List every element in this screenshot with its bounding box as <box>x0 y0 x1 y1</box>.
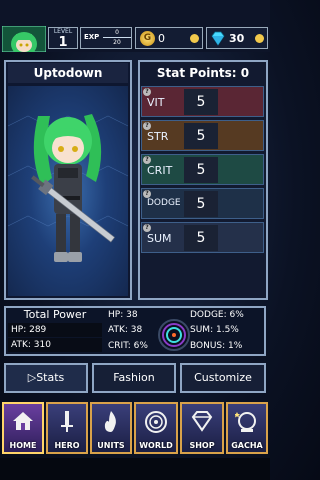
bonus-atk: ATK: 38 <box>108 324 142 336</box>
bonus-crit-label: CRIT: <box>108 341 131 351</box>
exp-max: 20 <box>113 39 121 46</box>
bonus-hp: HP: 38 <box>108 309 138 321</box>
total-atk-value: 310 <box>33 340 51 350</box>
bonus-sum-value: 1.5% <box>215 325 239 335</box>
nav-shop[interactable]: SHOP <box>180 402 224 454</box>
add-gold-icon[interactable] <box>190 34 199 43</box>
character-name: Uptodown <box>8 63 128 83</box>
portal-icon <box>145 411 167 433</box>
bonus-crit: CRIT: 6% <box>108 340 148 352</box>
nav-gacha-label: GACHA <box>231 441 263 450</box>
help-icon[interactable]: ? <box>143 224 151 232</box>
stat-row-dodge[interactable]: ? DODGE 5 <box>141 188 264 219</box>
stat-row-sum[interactable]: ? SUM 5 <box>141 222 264 253</box>
gem-amount: 30 <box>229 32 245 45</box>
total-hp-label: HP: <box>11 325 27 335</box>
diamond-icon <box>191 411 213 432</box>
help-icon[interactable]: ? <box>143 190 151 198</box>
bonus-hp-label: HP: <box>108 310 124 320</box>
exp-divider <box>103 37 131 38</box>
gold-amount: 0 <box>158 32 165 45</box>
level-display: LEVEL 1 <box>48 27 78 49</box>
bonus-bonus-value: 1% <box>228 341 243 351</box>
nav-hero-label: HERO <box>54 441 80 450</box>
bottom-bar <box>0 458 270 480</box>
stat-label: VIT <box>147 96 165 109</box>
bonus-atk-value: 38 <box>130 325 143 335</box>
bonus-hp-value: 38 <box>126 310 138 320</box>
stat-value: 5 <box>184 89 218 115</box>
stat-row-str[interactable]: ? STR 5 <box>141 120 264 151</box>
level-value: 1 <box>58 35 68 50</box>
total-atk-label: ATK: <box>11 340 31 350</box>
gem-icon <box>211 31 225 46</box>
crystal-ball-icon <box>235 412 256 432</box>
nav-world[interactable]: WORLD <box>134 402 178 454</box>
stat-label: SUM <box>147 232 172 245</box>
character-portrait <box>8 86 128 296</box>
bonus-bonus: BONUS: 1% <box>190 340 242 352</box>
stat-points-title: Stat Points: 0 <box>156 66 250 80</box>
stat-value: 5 <box>184 225 218 251</box>
sword-icon <box>61 411 73 432</box>
help-icon[interactable]: ? <box>143 88 151 96</box>
help-icon[interactable]: ? <box>143 156 151 164</box>
help-icon[interactable]: ? <box>143 122 151 130</box>
nav-units-label: UNITS <box>97 441 125 450</box>
bonus-dodge-label: DODGE: <box>190 310 227 320</box>
stat-value: 5 <box>184 191 218 217</box>
nav-hero[interactable]: HERO <box>46 402 88 454</box>
total-power-title: Total Power <box>23 308 87 321</box>
nav-home[interactable]: HOME <box>2 402 44 454</box>
exp-label: EXP <box>84 33 100 41</box>
tab-fashion-label: Fashion <box>113 371 155 384</box>
tab-customize-label: Customize <box>194 371 252 384</box>
nav-gacha[interactable]: GACHA <box>226 402 268 454</box>
stat-value: 5 <box>184 157 218 183</box>
stat-row-vit[interactable]: ? VIT 5 <box>141 86 264 117</box>
bonus-bonus-label: BONUS: <box>190 341 226 351</box>
add-gems-icon[interactable] <box>255 34 264 43</box>
bonus-sum-label: SUM: <box>190 325 214 335</box>
bonus-crit-value: 6% <box>133 341 148 351</box>
tab-stats[interactable]: ▷Stats <box>4 363 88 393</box>
flame-icon <box>104 411 116 432</box>
nav-units[interactable]: UNITS <box>90 402 132 454</box>
coin-icon: G <box>140 31 155 46</box>
stat-label: STR <box>147 130 169 143</box>
stat-label: CRIT <box>147 164 173 177</box>
bonus-sum: SUM: 1.5% <box>190 324 239 336</box>
bonus-dodge: DODGE: 6% <box>190 309 244 321</box>
total-hp-value: 289 <box>29 325 47 335</box>
character-sprite <box>8 114 128 262</box>
nav-world-label: WORLD <box>139 441 173 450</box>
tab-customize[interactable]: Customize <box>180 363 266 393</box>
exp-current: 0 <box>115 29 119 36</box>
power-gauge-icon <box>158 319 190 351</box>
nav-home-label: HOME <box>9 441 37 450</box>
player-avatar[interactable] <box>1 25 47 56</box>
stat-label: DODGE <box>147 198 181 208</box>
stat-row-crit[interactable]: ? CRIT 5 <box>141 154 264 185</box>
bonus-atk-label: ATK: <box>108 325 128 335</box>
gold-display[interactable]: G 0 <box>135 27 203 49</box>
total-hp: HP: 289 <box>8 323 102 337</box>
home-icon <box>13 412 33 430</box>
bonus-dodge-value: 6% <box>229 310 244 320</box>
stat-value: 5 <box>184 123 218 149</box>
play-icon: ▷ <box>27 371 37 384</box>
nav-shop-label: SHOP <box>189 441 215 450</box>
tab-fashion[interactable]: Fashion <box>92 363 176 393</box>
tab-stats-label: Stats <box>36 371 65 384</box>
total-atk: ATK: 310 <box>8 338 102 352</box>
gem-display[interactable]: 30 <box>206 27 268 49</box>
exp-display: EXP 0 20 <box>80 27 132 49</box>
